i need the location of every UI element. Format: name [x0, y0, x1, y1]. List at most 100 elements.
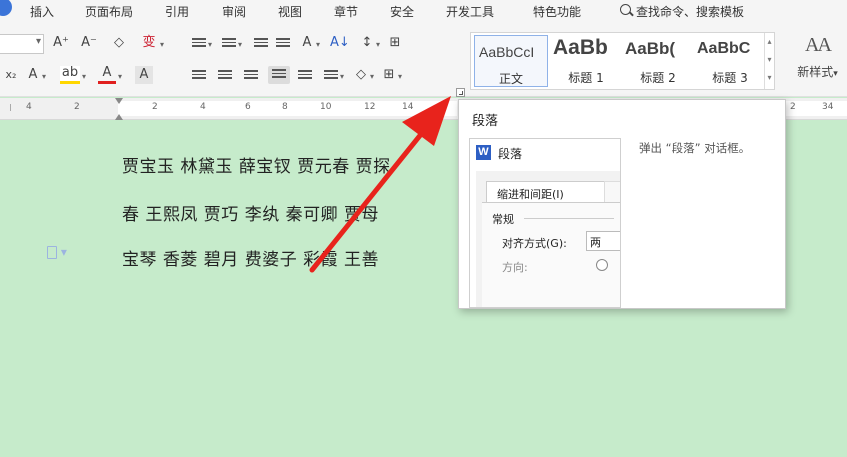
command-search[interactable]: 查找命令、搜索模板 — [636, 3, 744, 20]
style-normal[interactable]: AaBbCcI 正文 — [474, 35, 548, 87]
paragraph-dialog-preview: W 段落 缩进和间距(I) 常规 对齐方式(G): 两 方向: — [469, 138, 621, 308]
phonetic-guide-button[interactable]: 变 — [140, 34, 158, 52]
preview-align-select: 两 — [586, 231, 620, 251]
chevron-up-icon[interactable]: ▴ — [765, 33, 774, 51]
tooltip-description: 弹出 “段落” 对话框。 — [639, 141, 751, 155]
style-sample: AaBb — [553, 36, 608, 59]
style-sample: AaBbCcI — [479, 44, 535, 60]
paragraph-options-icon[interactable]: ▾ — [47, 245, 75, 261]
style-heading-3[interactable]: AaBbC 标题 3 — [693, 35, 767, 87]
paragraph-dialog-launcher[interactable] — [456, 88, 465, 97]
chevron-down-icon[interactable]: ▾ — [82, 72, 86, 81]
wps-writer-icon: W — [476, 145, 491, 160]
chevron-down-icon[interactable]: ▾ — [398, 72, 402, 81]
ruler-number: 4 — [200, 102, 206, 112]
search-icon[interactable] — [620, 4, 631, 15]
radio-icon — [596, 259, 608, 271]
ruler-number: 2 — [74, 102, 80, 112]
chevron-down-icon[interactable]: ▾ — [160, 40, 164, 49]
style-label: 标题 1 — [568, 71, 604, 85]
preview-tab-other — [604, 181, 620, 203]
table-border-button[interactable]: ⊞ — [386, 34, 404, 52]
sort-button[interactable]: A↓ — [330, 34, 350, 52]
ruler-number: 8 — [282, 102, 288, 112]
menu-references[interactable]: 引用 — [165, 3, 189, 20]
preview-dialog-title: 段落 — [498, 147, 523, 161]
font-color-button[interactable]: A — [98, 66, 116, 84]
chevron-down-icon[interactable]: ▾ — [376, 40, 380, 49]
ruler-number: 10 — [320, 102, 332, 112]
char-shading-button[interactable]: A — [135, 66, 153, 84]
menu-developer-tools[interactable]: 开发工具 — [446, 3, 494, 20]
distributed-align-icon[interactable] — [298, 70, 312, 82]
chevron-down-icon: ▾ — [35, 36, 41, 47]
document-text-line[interactable]: 贾宝玉 林黛玉 薛宝钗 贾元春 贾探 — [122, 152, 391, 177]
menu-view[interactable]: 视图 — [278, 3, 302, 20]
align-center-icon[interactable] — [218, 70, 232, 82]
preview-tab-indent-spacing: 缩进和间距(I) — [486, 181, 606, 203]
style-sample: AaBbC — [697, 40, 751, 57]
clear-format-button[interactable]: ◇ — [110, 34, 128, 52]
style-label: 标题 2 — [640, 71, 676, 85]
line-spacing-icon[interactable] — [324, 70, 338, 82]
shading-icon[interactable]: ◇ — [352, 66, 370, 84]
justify-icon — [272, 69, 286, 81]
increase-indent-icon[interactable] — [276, 38, 290, 50]
ruler-number: 4 — [26, 102, 32, 112]
numbering-icon[interactable] — [222, 38, 236, 50]
subscript-button[interactable]: x₂ — [2, 66, 20, 84]
menu-special-features[interactable]: 特色功能 — [533, 3, 581, 20]
bullets-icon[interactable] — [192, 38, 206, 50]
ruler-number: 14 — [402, 102, 414, 112]
app-logo-icon[interactable] — [0, 0, 12, 16]
ribbon-toolbar: ▾ A⁺ A⁻ ◇ 变 ▾ x₂ A ▾ ab ▾ A ▾ A ▾ ▾ A ▾ … — [0, 22, 847, 97]
indent-marker-icon[interactable] — [115, 98, 124, 120]
menu-review[interactable]: 审阅 — [222, 3, 246, 20]
chevron-down-icon[interactable]: ▾ — [208, 40, 212, 49]
menu-page-layout[interactable]: 页面布局 — [85, 3, 133, 20]
border-icon[interactable]: ⊞ — [380, 66, 398, 84]
text-effect-button[interactable]: A — [24, 66, 42, 84]
chevron-down-icon[interactable]: ▾ — [118, 72, 122, 81]
menu-security[interactable]: 安全 — [390, 3, 414, 20]
tooltip-title: 段落 — [472, 114, 499, 129]
justify-button[interactable] — [268, 66, 290, 84]
font-size-select[interactable]: ▾ — [0, 34, 44, 54]
text-effects-button[interactable]: A — [298, 34, 316, 52]
chevron-down-icon[interactable]: ▾ — [765, 51, 774, 69]
paragraph-tooltip: 段落 弹出 “段落” 对话框。 W 段落 缩进和间距(I) 常规 对齐方式(G)… — [458, 99, 786, 309]
highlight-button[interactable]: ab — [60, 66, 80, 84]
chevron-down-icon[interactable]: ▾ — [42, 72, 46, 81]
line-spacing-button[interactable]: ↕ — [358, 34, 376, 52]
grow-font-button[interactable]: A⁺ — [52, 34, 70, 52]
preview-direction-label: 方向: — [502, 261, 528, 274]
new-style-icon: AA — [805, 34, 832, 56]
style-sample: AaBb( — [625, 39, 676, 58]
align-left-icon[interactable] — [192, 70, 206, 82]
style-heading-2[interactable]: AaBb( 标题 2 — [621, 35, 695, 87]
more-styles-icon[interactable]: ▾ — [765, 69, 774, 87]
style-label: 标题 3 — [712, 71, 748, 85]
ruler-number: 34 — [822, 102, 834, 112]
document-text-line[interactable]: 春 王熙凤 贾巧 李纨 秦可卿 贾母 — [122, 200, 379, 225]
document-text-line[interactable]: 宝琴 香菱 碧月 费婆子 彩霞 王善 — [122, 245, 379, 270]
chevron-down-icon[interactable]: ▾ — [316, 40, 320, 49]
ruler-number: 2 — [790, 102, 796, 112]
chevron-down-icon[interactable]: ▾ — [238, 40, 242, 49]
preview-align-label: 对齐方式(G): — [502, 237, 567, 250]
chevron-down-icon[interactable]: ▾ — [340, 72, 344, 81]
menu-insert[interactable]: 插入 — [30, 3, 54, 20]
preview-section-label: 常规 — [492, 213, 514, 226]
new-style-button[interactable]: AA 新样式▾ — [790, 34, 845, 90]
decrease-indent-icon[interactable] — [254, 38, 268, 50]
chevron-down-icon[interactable]: ▾ — [370, 72, 374, 81]
ruler-number: 12 — [364, 102, 376, 112]
style-gallery: AaBbCcI 正文 AaBb 标题 1 AaBb( 标题 2 AaBbC 标题… — [470, 32, 775, 90]
shrink-font-button[interactable]: A⁻ — [80, 34, 98, 52]
style-label: 正文 — [498, 72, 523, 86]
style-heading-1[interactable]: AaBb 标题 1 — [549, 35, 623, 87]
align-right-icon[interactable] — [244, 70, 258, 82]
style-gallery-scroller[interactable]: ▴ ▾ ▾ — [764, 33, 774, 89]
menu-section[interactable]: 章节 — [334, 3, 358, 20]
chevron-down-icon: ▾ — [833, 69, 838, 79]
